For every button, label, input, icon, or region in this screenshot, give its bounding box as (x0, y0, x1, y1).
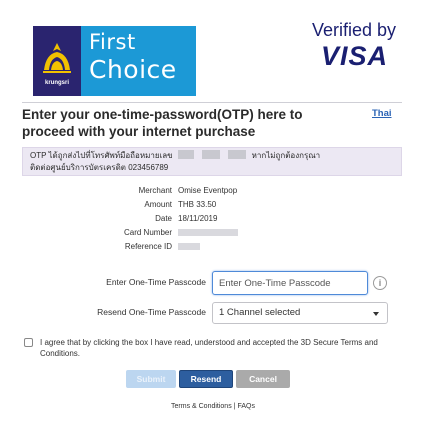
resend-button[interactable]: Resend (179, 370, 233, 388)
masked-phone-block (177, 150, 194, 159)
visa-wordmark: VISA (320, 41, 388, 71)
resend-channel-select[interactable]: 1 Channel selected (212, 302, 388, 324)
merchant-row: Merchant Omise Eventpop (22, 184, 402, 197)
date-value: 18/11/2019 (178, 214, 218, 223)
resend-label: Resend One-Time Passcode (97, 307, 206, 317)
agree-text: I agree that by clicking the box I have … (40, 338, 378, 358)
resend-channel-selected: 1 Channel selected (219, 307, 301, 318)
amount-value: THB 33.50 (178, 200, 217, 209)
header-divider (22, 102, 402, 103)
date-row: Date 18/11/2019 (22, 212, 402, 225)
masked-card-number (178, 229, 238, 236)
card-number-row: Card Number (22, 226, 402, 239)
notice-line2: ติดต่อศูนย์บริการบัตรเครดิต 023456789 (30, 163, 169, 172)
merchant-label: Merchant (138, 186, 172, 195)
otp-input[interactable] (212, 271, 368, 295)
logo-line-first: First (89, 30, 136, 54)
reference-id-row: Reference ID (22, 240, 402, 253)
otp-row: Enter One-Time Passcode i (22, 271, 402, 295)
chevron-down-icon (373, 312, 379, 316)
amount-label: Amount (144, 200, 172, 209)
footer: Terms & Conditions | FAQs (0, 403, 426, 410)
language-toggle-link[interactable]: Thai (372, 108, 392, 119)
notice-prefix: OTP ได้ถูกส่งไปที่โทรศัพท์มือถือหมายเลข (30, 151, 173, 160)
reference-id-label: Reference ID (124, 242, 172, 251)
krungsri-logo: krungsri (33, 26, 81, 96)
otp-label: Enter One-Time Passcode (106, 277, 206, 287)
masked-reference-id (178, 243, 200, 250)
resend-row: Resend One-Time Passcode 1 Channel selec… (22, 302, 402, 326)
masked-phone-block (228, 150, 247, 159)
terms-link[interactable]: Terms & Conditions (171, 403, 232, 410)
footer-separator: | (233, 403, 236, 410)
verified-by-visa-logo: Verified by VISA (284, 20, 396, 71)
date-label: Date (155, 214, 172, 223)
amount-row: Amount THB 33.50 (22, 198, 402, 211)
krungsri-wordmark: krungsri (44, 80, 69, 86)
verified-by-text: Verified by (311, 20, 396, 40)
cancel-button[interactable]: Cancel (236, 370, 290, 388)
bank-logo: krungsri First Choice (33, 26, 196, 96)
submit-button[interactable]: Submit (126, 370, 176, 388)
first-choice-logo: First Choice (81, 26, 196, 96)
info-icon[interactable]: i (373, 276, 387, 290)
notice-suffix: หากไม่ถูกต้องกรุณา (251, 151, 321, 160)
header: krungsri First Choice Verified by VISA (0, 0, 426, 100)
page-title: Enter your one-time-password(OTP) here t… (22, 107, 303, 139)
agree-checkbox[interactable] (24, 338, 33, 347)
action-buttons: Submit Resend Cancel (126, 370, 290, 388)
logo-line-choice: Choice (89, 55, 177, 84)
faqs-link[interactable]: FAQs (237, 403, 255, 410)
krungsri-emblem-icon (43, 43, 71, 73)
otp-notice-box: OTP ได้ถูกส่งไปที่โทรศัพท์มือถือหมายเลข … (22, 147, 402, 176)
merchant-value: Omise Eventpop (178, 186, 238, 195)
card-number-label: Card Number (123, 228, 172, 237)
masked-phone-block (202, 150, 221, 159)
terms-agreement: I agree that by clicking the box I have … (24, 337, 394, 359)
